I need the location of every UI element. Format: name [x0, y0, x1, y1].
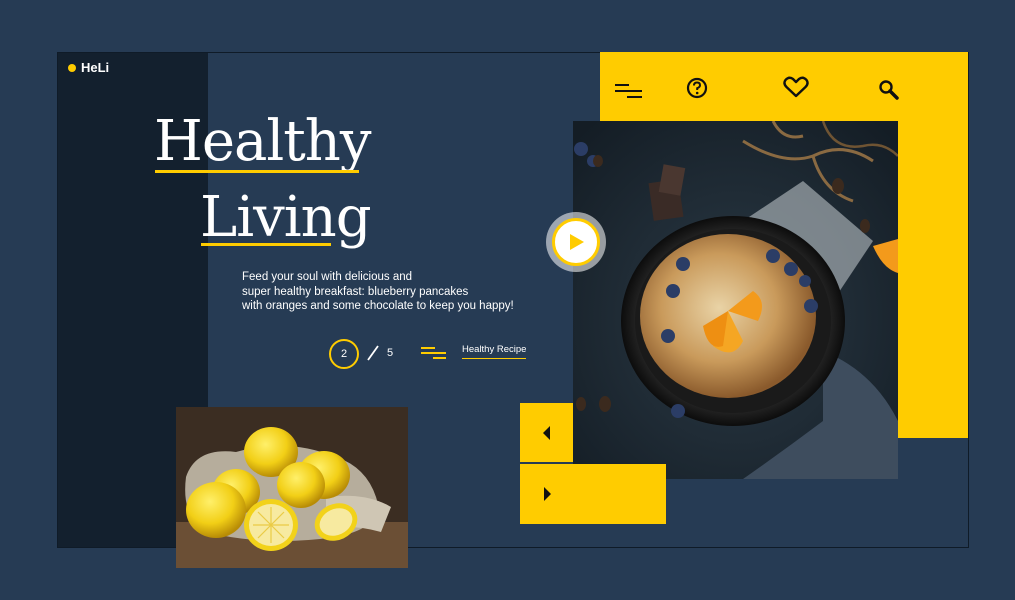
brand-name: HeLi [81, 60, 110, 75]
prev-button[interactable] [520, 403, 573, 462]
play-button-inner [552, 218, 600, 266]
title-underline [201, 243, 331, 246]
heart-icon[interactable] [783, 76, 809, 98]
hero-description: Feed your soul with delicious and super … [242, 270, 552, 314]
search-icon[interactable] [878, 79, 900, 101]
pager-current-number: 2 [340, 348, 348, 360]
description-line: super healthy breakfast: blueberry panca… [242, 285, 469, 298]
lines-icon [421, 347, 446, 359]
chevron-left-icon [542, 425, 550, 440]
title-underline [155, 170, 359, 173]
hero-title-line2: Living [200, 185, 372, 250]
chevron-right-icon [543, 487, 551, 501]
pager-slash-icon [367, 345, 379, 361]
healthy-recipe-link[interactable]: Healthy Recipe [462, 344, 527, 359]
menu-icon[interactable] [615, 83, 643, 99]
pager-current[interactable]: 2 [329, 339, 359, 369]
description-line: with oranges and some chocolate to keep … [242, 300, 514, 312]
pager-total: 5 [387, 347, 394, 359]
pancake-skillet-photo [573, 121, 898, 479]
hero-title-line1: Healthy [154, 109, 371, 174]
play-button[interactable] [546, 212, 606, 272]
play-icon [570, 234, 584, 250]
logo-dot-icon [68, 63, 76, 72]
next-button[interactable] [520, 464, 573, 524]
help-icon[interactable] [686, 77, 708, 99]
lemons-in-sack-photo [176, 407, 408, 568]
brand-logo[interactable]: HeLi [68, 60, 109, 75]
description-line: Feed your soul with delicious and [242, 271, 413, 283]
